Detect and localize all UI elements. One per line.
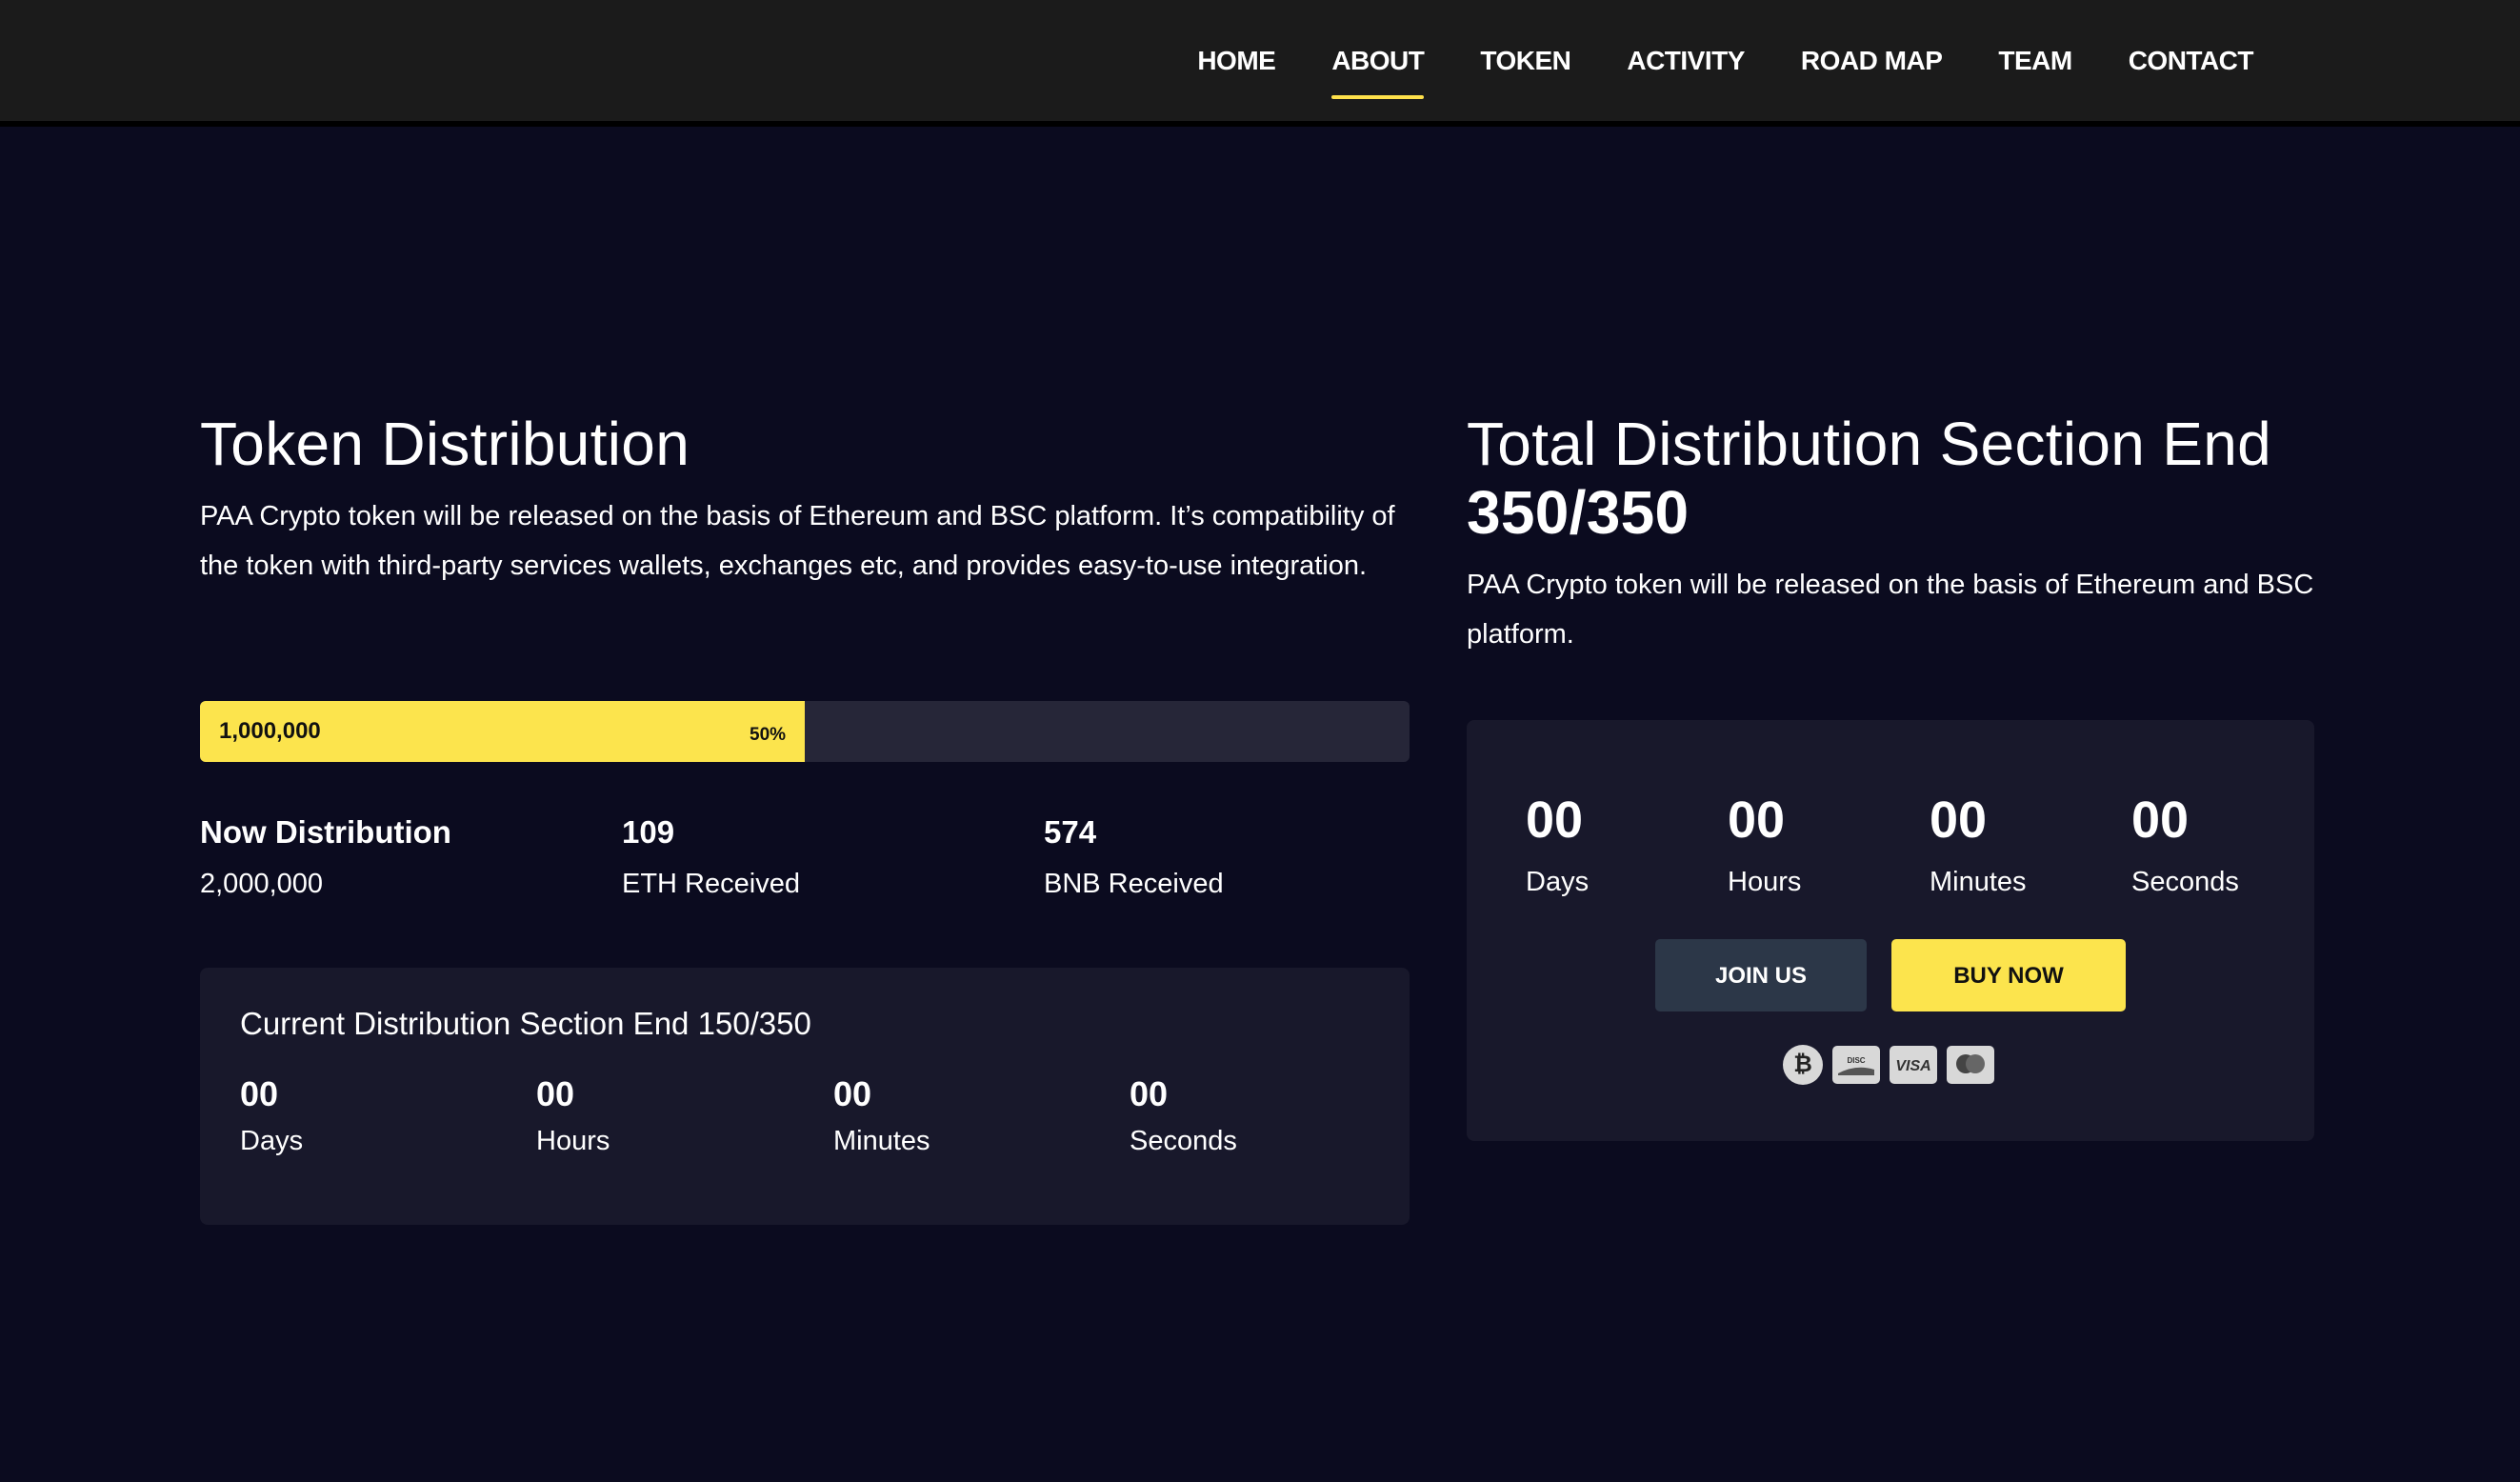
countdown-value: 00 bbox=[536, 1074, 575, 1113]
stat-value: Now Distribution bbox=[200, 814, 451, 850]
countdown-label: Hours bbox=[1728, 867, 1802, 897]
countdown-value: 00 bbox=[240, 1074, 279, 1113]
token-distribution-title: Token Distribution bbox=[200, 410, 690, 478]
main-nav: HOME ABOUT TOKEN ACTIVITY ROAD MAP TEAM … bbox=[1197, 0, 2254, 121]
countdown-days: 00 Days bbox=[240, 1074, 303, 1160]
mastercard-icon bbox=[1947, 1046, 1994, 1084]
stat-label: BNB Received bbox=[1044, 869, 1224, 899]
stat-bnb-received: 574 BNB Received bbox=[1044, 813, 1224, 903]
countdown-value: 00 bbox=[2131, 791, 2190, 849]
nav-home[interactable]: HOME bbox=[1197, 46, 1276, 76]
token-distribution-section: Token Distribution PAA Crypto token will… bbox=[200, 410, 1410, 1225]
countdown-label: Days bbox=[1526, 867, 1590, 897]
join-us-button[interactable]: JOIN US bbox=[1655, 939, 1867, 1011]
countdown-seconds: 00 Seconds bbox=[1130, 1074, 1237, 1160]
countdown-hours: 00 Hours bbox=[536, 1074, 610, 1160]
nav-contact[interactable]: CONTACT bbox=[2129, 46, 2254, 76]
stat-label: 2,000,000 bbox=[200, 869, 324, 899]
distribution-stats: Now Distribution 2,000,000 109 ETH Recei… bbox=[200, 813, 1410, 918]
stat-eth-received: 109 ETH Received bbox=[622, 813, 800, 903]
nav-road-map[interactable]: ROAD MAP bbox=[1801, 46, 1943, 76]
countdown-label: Minutes bbox=[833, 1126, 930, 1156]
countdown-value: 00 bbox=[1526, 791, 1584, 849]
countdown-days: 00 Days bbox=[1526, 791, 1589, 901]
stat-value: 109 bbox=[622, 814, 675, 850]
stat-now-distribution: Now Distribution 2,000,000 bbox=[200, 813, 451, 903]
countdown-value: 00 bbox=[1930, 791, 1988, 849]
stat-label: ETH Received bbox=[622, 869, 800, 899]
distribution-progress-bar: 1,000,000 50% bbox=[200, 701, 1410, 762]
nav-token[interactable]: TOKEN bbox=[1480, 46, 1571, 76]
stat-value: 574 bbox=[1044, 814, 1097, 850]
countdown-seconds: 00 Seconds bbox=[2131, 791, 2239, 901]
visa-icon: VISA bbox=[1890, 1046, 1937, 1084]
countdown-minutes: 00 Minutes bbox=[1930, 791, 2027, 901]
bitcoin-icon: ₿ bbox=[1783, 1045, 1823, 1085]
total-distribution-section: Total Distribution Section End 350/350 P… bbox=[1467, 410, 2314, 1141]
buy-now-button[interactable]: BUY NOW bbox=[1891, 939, 2126, 1011]
countdown-value: 00 bbox=[833, 1074, 872, 1113]
countdown-label: Seconds bbox=[1130, 1126, 1237, 1156]
token-distribution-description: PAA Crypto token will be released on the… bbox=[200, 501, 1395, 581]
current-section-title: Current Distribution Section End 150/350 bbox=[240, 1006, 811, 1041]
svg-text:DISC: DISC bbox=[1847, 1056, 1865, 1065]
countdown-label: Hours bbox=[536, 1126, 610, 1156]
countdown-value: 00 bbox=[1728, 791, 1786, 849]
svg-text:VISA: VISA bbox=[1895, 1058, 1930, 1074]
top-navbar: HOME ABOUT TOKEN ACTIVITY ROAD MAP TEAM … bbox=[0, 0, 2520, 127]
countdown-label: Days bbox=[240, 1126, 304, 1156]
total-distribution-title-value: 350/350 bbox=[1467, 478, 1690, 547]
countdown-hours: 00 Hours bbox=[1728, 791, 1801, 901]
countdown-label: Minutes bbox=[1930, 867, 2027, 897]
progress-percent: 50% bbox=[750, 725, 787, 745]
total-distribution-title-prefix: Total Distribution Section End bbox=[1467, 410, 2271, 478]
nav-activity[interactable]: ACTIVITY bbox=[1627, 46, 1745, 76]
total-distribution-description: PAA Crypto token will be released on the… bbox=[1467, 570, 2314, 650]
current-section-card: Current Distribution Section End 150/350… bbox=[200, 968, 1410, 1225]
countdown-minutes: 00 Minutes bbox=[833, 1074, 930, 1160]
nav-team[interactable]: TEAM bbox=[1998, 46, 2072, 76]
discover-icon: DISC bbox=[1832, 1046, 1880, 1084]
payment-icons: ₿ DISC VISA bbox=[1783, 1044, 1994, 1086]
total-countdown-card: 00 Days 00 Hours 00 Minutes 00 Seconds J… bbox=[1467, 720, 2314, 1141]
nav-about[interactable]: ABOUT bbox=[1331, 46, 1425, 99]
progress-amount: 1,000,000 bbox=[219, 718, 321, 744]
countdown-label: Seconds bbox=[2131, 867, 2239, 897]
total-distribution-title: Total Distribution Section End 350/350 bbox=[1467, 410, 2314, 547]
countdown-value: 00 bbox=[1130, 1074, 1169, 1113]
